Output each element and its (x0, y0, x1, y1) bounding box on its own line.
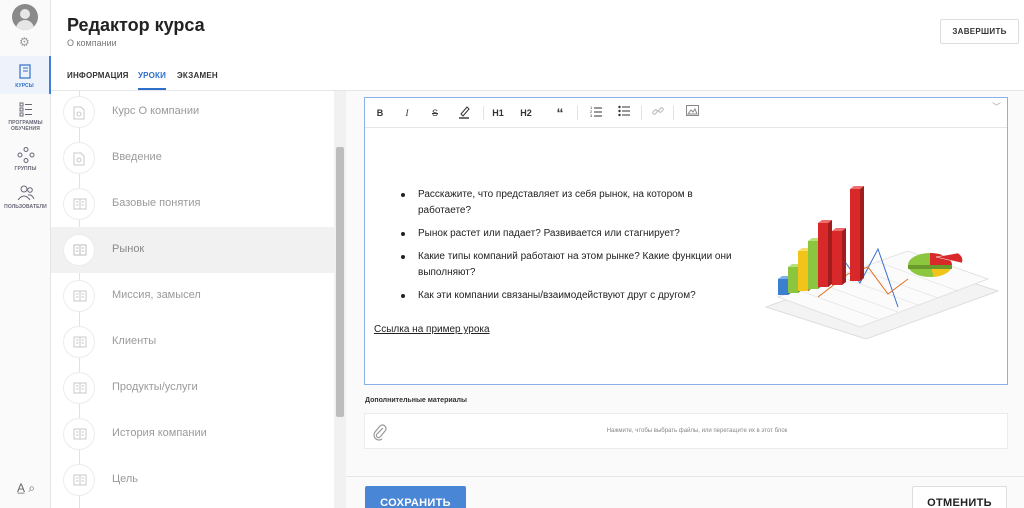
page-subtitle: О компании (67, 38, 117, 48)
lesson-name: История компании (112, 427, 207, 439)
lesson-name: Продукты/услуги (112, 381, 198, 393)
nav-item-courses[interactable]: КУРСЫ (0, 56, 51, 94)
tab-exam[interactable]: ЭКЗАМЕН (177, 66, 218, 90)
book-icon (73, 198, 87, 210)
lesson-item[interactable]: Базовые понятия (51, 181, 334, 227)
heading1-button[interactable]: H1 (491, 105, 505, 121)
users-icon (17, 185, 34, 201)
materials-label: Дополнительные материалы (365, 397, 467, 404)
cancel-button[interactable]: ОТМЕНИТЬ (912, 486, 1007, 508)
editor-body[interactable]: Расскажите, что представляет из себя рын… (365, 129, 1007, 384)
nav-item-programs[interactable]: ПРОГРАММЫ ОБУЧЕНИЯ (0, 100, 51, 134)
tab-information[interactable]: ИНФОРМАЦИЯ (67, 66, 129, 90)
lesson-name: Введение (112, 151, 162, 163)
nav-item-users[interactable]: ПОЛЬЗОВАТЕЛИ (0, 184, 51, 210)
book-icon (73, 428, 87, 440)
bullet-list: Расскажите, что представляет из себя рын… (401, 187, 748, 311)
rich-text-editor[interactable]: B I S H1 H2 “ 123 ﹀ Расскажите, что пред… (364, 97, 1008, 385)
nav-item-label: КУРСЫ (15, 83, 34, 89)
lesson-item[interactable]: Введение (51, 135, 334, 181)
heading2-button[interactable]: H2 (519, 105, 533, 121)
image-button[interactable] (685, 105, 699, 121)
lesson-name: Базовые понятия (112, 197, 201, 209)
image-icon (685, 105, 699, 116)
groups-icon (17, 147, 34, 163)
highlight-button[interactable] (457, 105, 471, 121)
document-icon (73, 106, 85, 120)
lesson-item[interactable]: Курс О компании (51, 91, 334, 135)
quote-button[interactable]: “ (553, 105, 567, 121)
left-nav-rail: ⚙ КУРСЫ ПРОГРАММЫ ОБУЧЕНИЯ ГРУППЫ ПОЛЬЗО… (0, 0, 51, 508)
editor-toolbar: B I S H1 H2 “ 123 (365, 98, 1007, 128)
chevron-down-icon[interactable]: ﹀ (992, 100, 1001, 113)
lesson-item-active[interactable]: Рынок (51, 227, 334, 273)
accessibility-icon[interactable]: A̲ ⌕ (17, 481, 35, 496)
document-icon (73, 152, 85, 166)
italic-button[interactable]: I (401, 105, 413, 121)
bar-chart-illustration (764, 186, 1000, 339)
nav-item-label: ПРОГРАММЫ ОБУЧЕНИЯ (8, 120, 43, 132)
bullet-list-icon (618, 105, 630, 117)
nav-item-groups[interactable]: ГРУППЫ (0, 146, 51, 172)
ordered-list-icon: 123 (590, 105, 602, 118)
divider (346, 476, 1024, 477)
lesson-item[interactable]: Продукты/услуги (51, 365, 334, 411)
bold-button[interactable]: B (374, 105, 386, 121)
svg-text:3: 3 (590, 113, 593, 117)
book-icon (73, 382, 87, 394)
book-icon (73, 474, 87, 486)
courses-icon (18, 64, 31, 79)
lesson-item[interactable]: Миссия, замысел (51, 273, 334, 319)
book-icon (73, 336, 87, 348)
book-icon (73, 290, 87, 302)
lessons-scrollbar[interactable] (334, 91, 346, 508)
finish-button[interactable]: ЗАВЕРШИТЬ (940, 19, 1019, 44)
lesson-item[interactable]: Клиенты (51, 319, 334, 365)
lesson-name: Курс О компании (112, 105, 200, 117)
bullet-list-button[interactable] (617, 105, 631, 121)
dropzone-hint: Нажмите, чтобы выбрать файлы, или перета… (606, 428, 788, 434)
book-icon (73, 244, 87, 256)
programs-icon (19, 102, 32, 117)
nav-item-label: ГРУППЫ (14, 166, 37, 172)
nav-item-label: ПОЛЬЗОВАТЕЛИ (4, 204, 47, 210)
scrollbar-thumb[interactable] (336, 147, 344, 417)
save-button[interactable]: СОХРАНИТЬ (365, 486, 466, 508)
bullet-item: Рынок растет или падает? Развивается или… (401, 226, 748, 242)
lesson-name: Миссия, замысел (112, 289, 201, 301)
tab-lessons[interactable]: УРОКИ (138, 66, 167, 90)
strikethrough-button[interactable]: S (429, 105, 441, 121)
link-button[interactable] (651, 105, 665, 121)
lesson-item[interactable]: Цель (51, 457, 334, 503)
lesson-name: Рынок (112, 243, 145, 255)
bullet-item: Расскажите, что представляет из себя рын… (401, 187, 748, 219)
lesson-name: Клиенты (112, 335, 157, 347)
lessons-list: Курс О компании Введение Базовые понятия… (51, 91, 345, 508)
ordered-list-button[interactable]: 123 (589, 105, 603, 121)
file-dropzone[interactable]: Нажмите, чтобы выбрать файлы, или перета… (364, 413, 1008, 449)
page-title: Редактор курса (67, 15, 205, 35)
pen-icon (459, 106, 470, 119)
bullet-item: Как эти компании связаны/взаимодействуют… (401, 288, 748, 304)
lesson-name: Цель (112, 473, 139, 485)
avatar[interactable] (12, 4, 38, 30)
link-icon (652, 107, 664, 115)
example-lesson-link[interactable]: Ссылка на пример урока (374, 324, 490, 335)
lesson-item[interactable]: История компании (51, 411, 334, 457)
bullet-item: Какие типы компаний работают на этом рын… (401, 249, 748, 281)
gear-icon[interactable]: ⚙ (19, 36, 30, 48)
